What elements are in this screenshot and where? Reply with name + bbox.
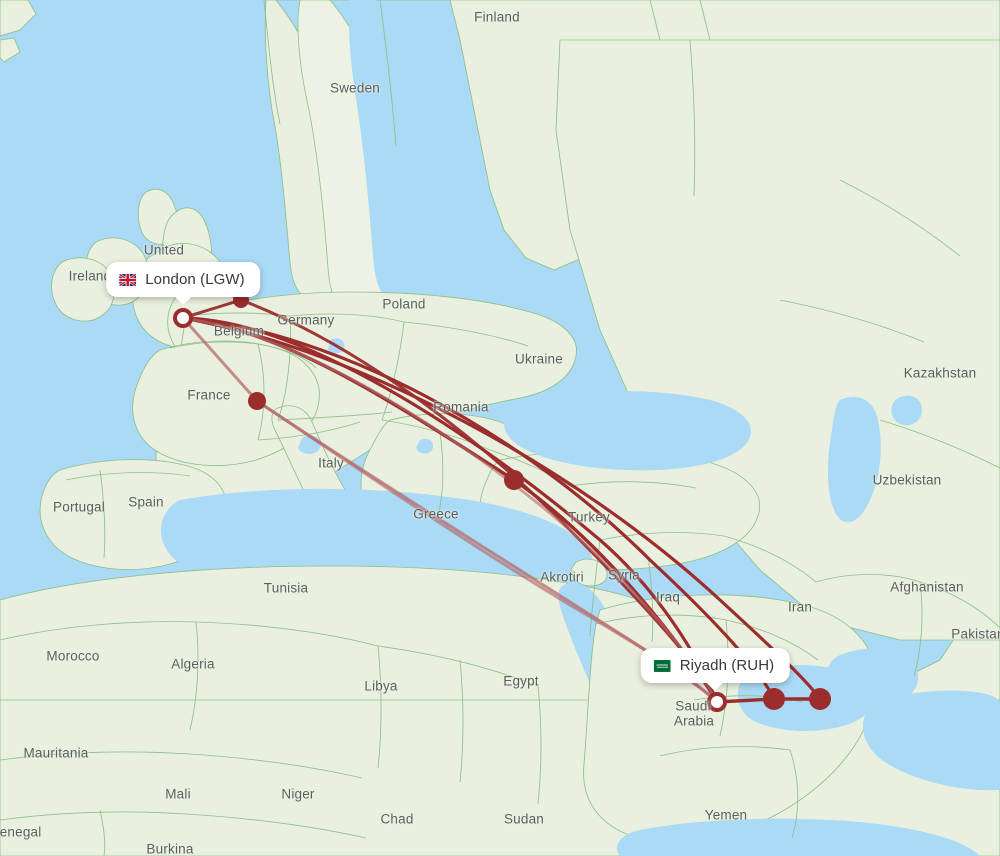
callout-tail-destination bbox=[706, 682, 724, 691]
flight-route-map[interactable]: .land{fill:#e9f0df;stroke:#8fbf8a;stroke… bbox=[0, 0, 1000, 856]
callout-tail-origin bbox=[174, 296, 192, 305]
airport-callout-origin[interactable]: London (LGW) bbox=[106, 262, 260, 305]
airport-label-origin: London (LGW) bbox=[145, 271, 245, 288]
airport-callout-destination[interactable]: Riyadh (RUH) bbox=[640, 648, 790, 691]
waypoint-marker[interactable] bbox=[248, 392, 266, 410]
airport-marker-destination[interactable] bbox=[707, 692, 727, 712]
map-canvas: .land{fill:#e9f0df;stroke:#8fbf8a;stroke… bbox=[0, 0, 1000, 856]
waypoint-marker[interactable] bbox=[809, 688, 831, 710]
flag-icon-sa bbox=[653, 659, 671, 672]
waypoint-marker[interactable] bbox=[763, 688, 785, 710]
airport-label-destination: Riyadh (RUH) bbox=[679, 657, 775, 674]
flag-icon-gb bbox=[119, 273, 137, 286]
waypoint-marker[interactable] bbox=[504, 470, 524, 490]
airport-marker-origin[interactable] bbox=[173, 308, 193, 328]
